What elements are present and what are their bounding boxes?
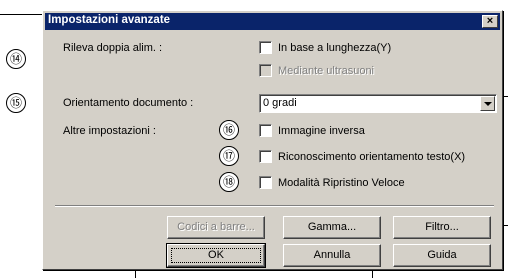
help-button-label: Guida — [427, 249, 457, 261]
orientation-label: Orientamento documento : — [63, 97, 194, 109]
filter-button[interactable]: Filtro... — [393, 216, 491, 239]
barcode-button: Codici a barre... — [167, 216, 265, 239]
callout-number-18: ⑱ — [219, 172, 239, 192]
cancel-button[interactable]: Annulla — [283, 244, 381, 267]
invert-image-label: Immagine inversa — [278, 124, 365, 137]
close-icon: × — [486, 15, 494, 27]
double-feed-label: Rileva doppia alim. : — [63, 42, 163, 54]
advanced-settings-dialog: Impostazioni avanzate × Rileva doppia al… — [42, 10, 503, 270]
gamma-button[interactable]: Gamma... — [283, 216, 381, 239]
orientation-select[interactable]: 0 gradi — [259, 94, 497, 113]
callout-line-right-bottom — [503, 225, 508, 226]
text-orientation-label: Riconoscimento orientamento testo(X) — [278, 150, 466, 163]
gamma-button-label: Gamma... — [307, 221, 357, 233]
callout-number-15: ⑮ — [6, 93, 26, 113]
fast-recovery-checkbox[interactable] — [259, 176, 272, 189]
fast-recovery-checkbox-row[interactable]: Modalità Ripristino Veloce — [259, 176, 405, 189]
text-orientation-checkbox[interactable] — [259, 150, 272, 163]
callout-number-14: ⑭ — [6, 49, 26, 69]
ok-button[interactable]: OK — [166, 243, 266, 268]
orientation-value: 0 gradi — [263, 97, 297, 109]
cancel-button-label: Annulla — [313, 249, 351, 261]
barcode-button-label: Codici a barre... — [177, 221, 255, 233]
invert-image-checkbox-row[interactable]: Immagine inversa — [259, 124, 365, 137]
callout-line-right-top — [503, 96, 508, 97]
chevron-down-icon[interactable] — [480, 96, 495, 111]
by-length-checkbox-row[interactable]: In base a lunghezza(Y) — [259, 41, 391, 54]
filter-button-label: Filtro... — [425, 221, 459, 233]
ultrasound-checkbox-row: Mediante ultrasuoni — [259, 64, 374, 77]
help-button[interactable]: Guida — [393, 244, 491, 267]
text-orientation-checkbox-row[interactable]: Riconoscimento orientamento testo(X) — [259, 150, 465, 163]
ultrasound-label: Mediante ultrasuoni — [278, 64, 375, 77]
callout-number-16: ⑯ — [219, 120, 239, 140]
invert-image-checkbox[interactable] — [259, 124, 272, 137]
other-settings-label: Altre impostazioni : — [63, 125, 156, 137]
fast-recovery-label: Modalità Ripristino Veloce — [278, 176, 405, 189]
by-length-label: In base a lunghezza(Y) — [278, 41, 392, 54]
separator — [55, 205, 494, 207]
callout-number-17: ⑰ — [219, 146, 239, 166]
callout-line-top — [0, 14, 46, 15]
close-button[interactable]: × — [482, 15, 498, 28]
ultrasound-checkbox — [259, 64, 272, 77]
dialog-title: Impostazioni avanzate — [48, 14, 171, 26]
title-bar: Impostazioni avanzate × — [45, 13, 500, 30]
ok-button-label: OK — [208, 249, 224, 261]
by-length-checkbox[interactable] — [259, 41, 272, 54]
